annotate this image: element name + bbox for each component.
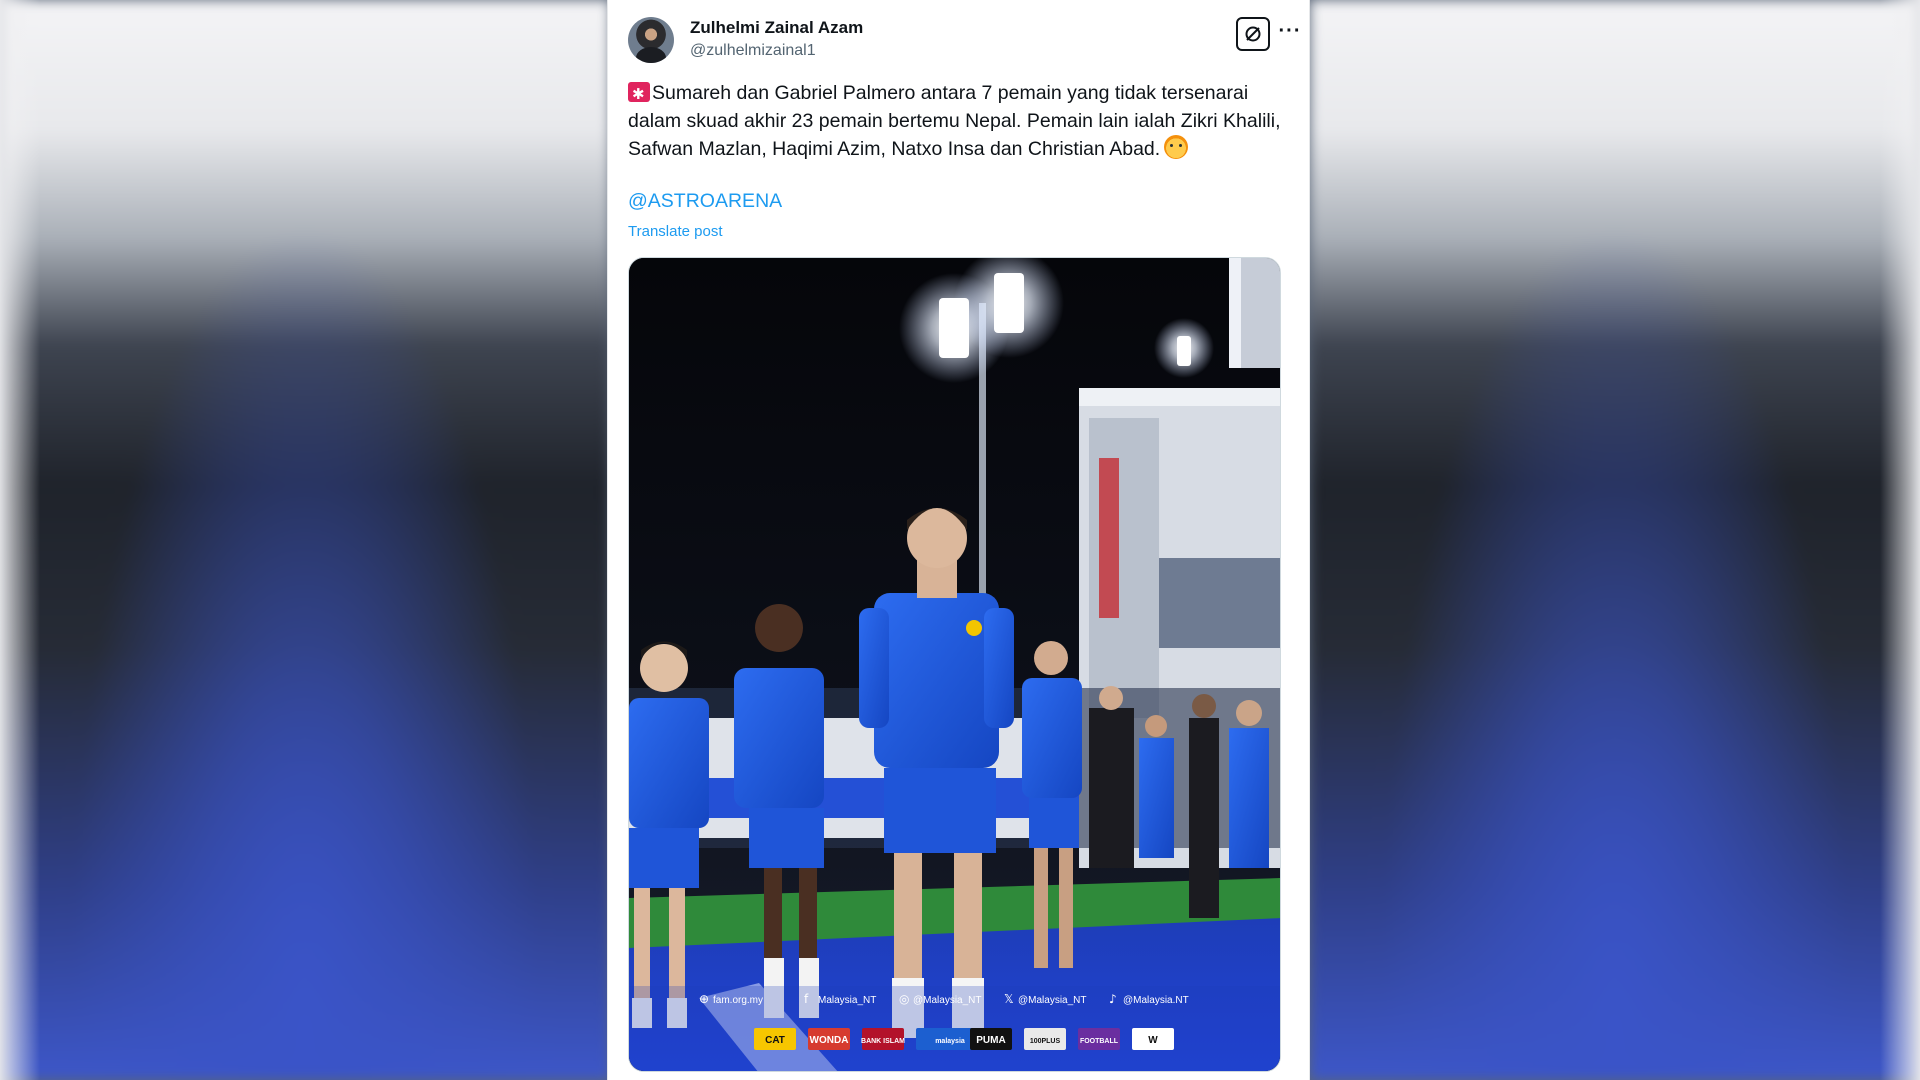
photo-illustration: ⊕ fam.org.my f Malaysia_NT ◎ @Malaysia_NT 𝕏 @Ma… bbox=[629, 258, 1280, 1071]
avatar[interactable] bbox=[628, 17, 674, 63]
tweet-card: Zulhelmi Zainal Azam @zulhelmizainal1 ··… bbox=[607, 0, 1310, 1080]
background-edge-right bbox=[1880, 0, 1920, 1080]
sponsor-label: FOOTBALL bbox=[1080, 1038, 1119, 1045]
tweet-photo[interactable]: ⊕ fam.org.my f Malaysia_NT ◎ @Malaysia_NT 𝕏 @Ma… bbox=[628, 257, 1281, 1072]
rotating-light-icon bbox=[628, 81, 650, 109]
sponsor-label: BANK ISLAM bbox=[861, 1038, 905, 1045]
social-handle-instagram: @Malaysia_NT bbox=[913, 995, 982, 1006]
sponsor-label: 100PLUS bbox=[1030, 1038, 1061, 1045]
grok-button[interactable] bbox=[1236, 17, 1270, 51]
sponsor-label: WONDA bbox=[810, 1035, 849, 1046]
author-name[interactable]: Zulhelmi Zainal Azam bbox=[690, 18, 863, 38]
background-left bbox=[0, 0, 610, 1080]
sponsor-label: W bbox=[1148, 1035, 1158, 1046]
tiger-face-icon bbox=[1164, 135, 1189, 159]
translate-post-link[interactable]: Translate post bbox=[628, 223, 723, 240]
tweet-header: Zulhelmi Zainal Azam @zulhelmizainal1 ··… bbox=[628, 17, 1300, 67]
instagram-icon: ◎ bbox=[899, 992, 909, 1006]
more-options-button[interactable]: ··· bbox=[1278, 21, 1302, 45]
author-handle[interactable]: @zulhelmizainal1 bbox=[690, 42, 816, 60]
social-handle-facebook: Malaysia_NT bbox=[818, 995, 876, 1006]
sponsor-label: CAT bbox=[765, 1035, 785, 1046]
grok-icon bbox=[1245, 26, 1261, 42]
tweet-text: Sumareh dan Gabriel Palmero antara 7 pem… bbox=[628, 79, 1293, 163]
sponsor-label: malaysia bbox=[935, 1038, 965, 1045]
background-edge-left bbox=[0, 0, 40, 1080]
background-right bbox=[1310, 0, 1920, 1080]
x-logo-icon: 𝕏 bbox=[1004, 992, 1014, 1006]
tiktok-icon: ♪ bbox=[1109, 992, 1117, 1006]
globe-icon: ⊕ bbox=[699, 992, 709, 1006]
social-handle-website: fam.org.my bbox=[713, 995, 763, 1006]
mention-link[interactable]: @ASTROARENA bbox=[628, 190, 782, 213]
social-handle-x: @Malaysia_NT bbox=[1018, 995, 1087, 1006]
social-handle-tiktok: @Malaysia.NT bbox=[1123, 995, 1189, 1006]
sponsor-label: PUMA bbox=[976, 1035, 1005, 1046]
